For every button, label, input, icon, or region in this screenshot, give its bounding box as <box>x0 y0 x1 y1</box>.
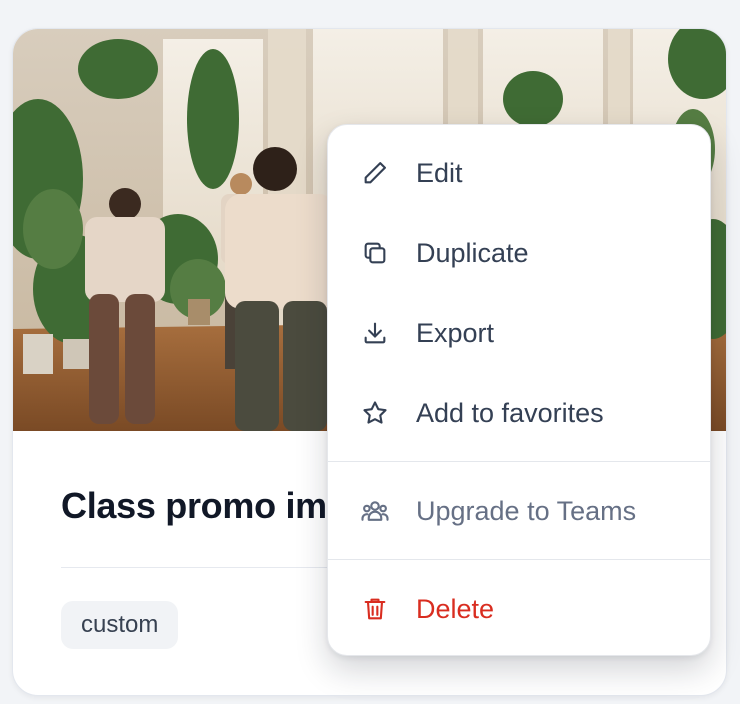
menu-separator <box>328 461 710 462</box>
menu-item-duplicate[interactable]: Duplicate <box>328 221 710 285</box>
trash-icon <box>360 594 390 624</box>
menu-item-upgrade-to-teams[interactable]: Upgrade to Teams <box>328 479 710 543</box>
star-icon <box>360 398 390 428</box>
users-icon <box>360 496 390 526</box>
menu-item-label: Edit <box>416 157 463 188</box>
menu-item-label: Add to favorites <box>416 397 604 428</box>
menu-item-edit[interactable]: Edit <box>328 141 710 205</box>
pencil-icon <box>360 158 390 188</box>
menu-item-delete[interactable]: Delete <box>328 577 710 641</box>
menu-item-label: Duplicate <box>416 237 529 268</box>
menu-item-label: Delete <box>416 593 495 624</box>
download-icon <box>360 318 390 348</box>
menu-item-label: Export <box>416 317 495 348</box>
context-menu: Edit Duplicate Export Add to favorites U… <box>327 124 711 656</box>
menu-item-add-to-favorites[interactable]: Add to favorites <box>328 381 710 445</box>
menu-separator <box>328 559 710 560</box>
menu-item-label: Upgrade to Teams <box>416 495 637 526</box>
copy-icon <box>360 238 390 268</box>
tag-badge: custom <box>61 601 179 649</box>
menu-item-export[interactable]: Export <box>328 301 710 365</box>
